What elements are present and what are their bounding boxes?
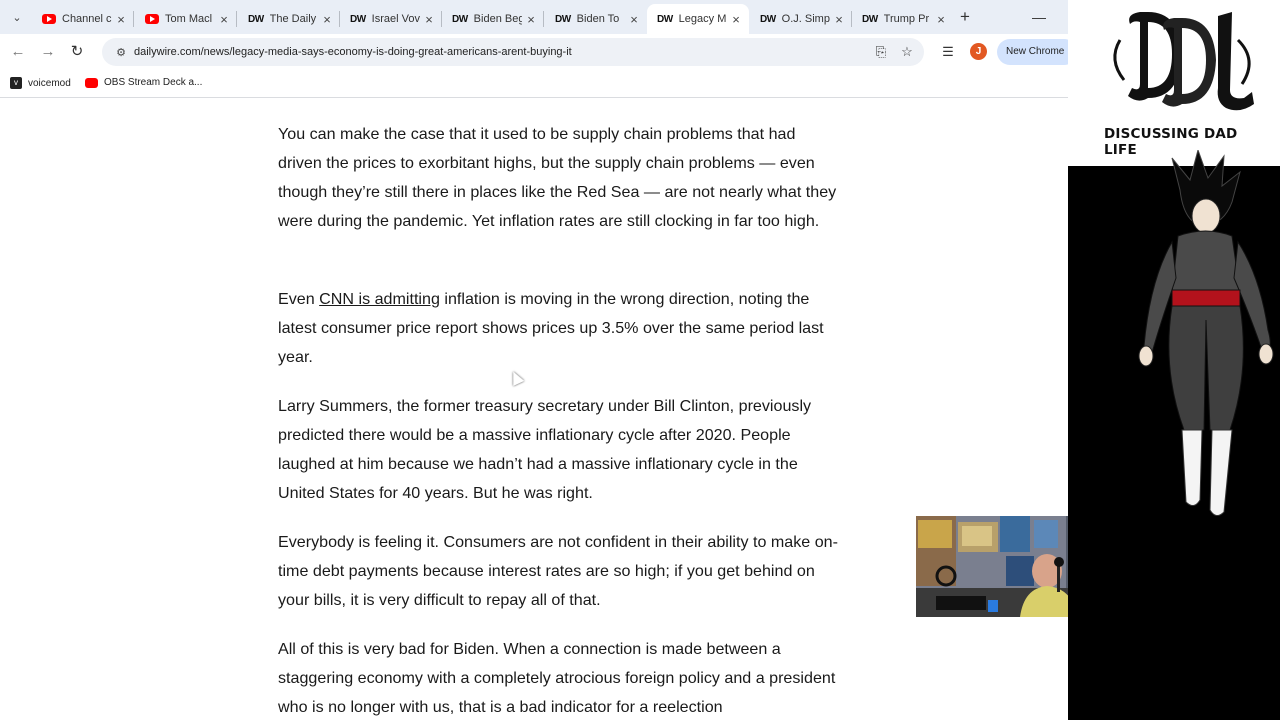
tab-label: O.J. Simp xyxy=(781,13,830,25)
bookmarks-bar: v voicemod OBS Stream Deck a... xyxy=(0,70,1068,98)
tab-label: Biden To xyxy=(576,13,620,25)
article-paragraph: Everybody is feeling it. Consumers are n… xyxy=(278,533,838,609)
back-button[interactable]: ← xyxy=(8,42,28,62)
tab-close-icon[interactable]: × xyxy=(830,12,848,27)
article-paragraph: Even CNN is admitting inflation is movin… xyxy=(278,285,843,372)
dailywire-icon: DW xyxy=(248,13,264,25)
bookmark-label: voicemod xyxy=(28,77,71,89)
browser-tab[interactable]: DW O.J. Simp × xyxy=(750,4,852,34)
tab-close-icon[interactable]: × xyxy=(625,12,643,27)
browser-tab[interactable]: DW Biden Beg × xyxy=(442,4,544,34)
bookmark-voicemod[interactable]: v voicemod xyxy=(10,77,71,89)
voicemod-icon: v xyxy=(10,77,22,89)
tab-close-icon[interactable]: × xyxy=(420,12,438,27)
site-info-icon[interactable]: ⚙ xyxy=(108,46,134,59)
youtube-icon xyxy=(42,14,56,24)
browser-tab[interactable]: Channel c × xyxy=(32,4,134,34)
tab-separator xyxy=(133,11,134,27)
dailywire-icon: DW xyxy=(350,13,366,25)
anime-character-image xyxy=(1138,150,1274,516)
forward-button[interactable]: → xyxy=(38,42,58,62)
dailywire-icon: DW xyxy=(760,13,776,25)
article-content: You can make the case that it used to be… xyxy=(0,99,1068,720)
stream-overlay-panel: DISCUSSING DAD LIFE xyxy=(1068,0,1280,720)
browser-window: ⌄ Channel c × Tom Macl × DW The Daily × DW Israe… xyxy=(0,0,1068,720)
bookmark-star-icon[interactable]: ☆ xyxy=(898,43,916,61)
browser-toolbar: ← → ↻ ⚙ dailywire.com/news/legacy-media-… xyxy=(0,34,1068,70)
article-paragraph: All of this is very bad for Biden. When … xyxy=(278,640,836,716)
browser-tab[interactable]: Tom Macl × xyxy=(135,4,237,34)
tab-strip: ⌄ Channel c × Tom Macl × DW The Daily × DW Israe… xyxy=(0,0,1068,34)
tab-close-icon[interactable]: × xyxy=(932,12,950,27)
tab-separator xyxy=(236,11,237,27)
paragraph-text: Even xyxy=(278,290,320,308)
tab-separator xyxy=(543,11,544,27)
tab-label: Channel c xyxy=(62,13,112,25)
tab-label: Israel Vov xyxy=(371,13,420,25)
install-app-icon[interactable]: ⎘ xyxy=(872,43,890,61)
browser-tab[interactable]: DW Israel Vov × xyxy=(340,4,442,34)
youtube-icon xyxy=(145,14,159,24)
webcam-overlay xyxy=(916,516,1068,617)
new-chrome-button[interactable]: New Chrome xyxy=(997,39,1068,65)
new-tab-button[interactable]: + xyxy=(955,7,975,27)
article-paragraph: You can make the case that it used to be… xyxy=(278,125,837,230)
tab-close-icon[interactable]: × xyxy=(215,12,233,27)
minimize-button[interactable]: — xyxy=(1030,8,1048,26)
profile-avatar[interactable]: J xyxy=(970,43,987,60)
tab-close-icon[interactable]: × xyxy=(522,12,540,27)
address-bar[interactable]: ⚙ dailywire.com/news/legacy-media-says-e… xyxy=(102,38,924,66)
tab-search-chevron-icon[interactable]: ⌄ xyxy=(6,7,28,27)
tab-label: Biden Beg xyxy=(473,13,522,25)
reload-button[interactable]: ↻ xyxy=(67,42,87,62)
tab-label: Trump Pr xyxy=(883,13,930,25)
tab-label: Tom Macl xyxy=(165,13,213,25)
cnn-admitting-link[interactable]: CNN is admitting xyxy=(319,290,440,308)
dailywire-icon: DW xyxy=(862,13,878,25)
dailywire-icon: DW xyxy=(452,13,468,25)
browser-tab[interactable]: DW Biden To × xyxy=(545,4,647,34)
article-paragraph: Larry Summers, the former treasury secre… xyxy=(278,397,812,502)
browser-tab[interactable]: DW The Daily × xyxy=(238,4,340,34)
media-control-icon[interactable]: ☰ xyxy=(938,42,958,62)
tab-label: The Daily xyxy=(269,13,317,25)
tab-close-icon[interactable]: × xyxy=(727,12,745,27)
tab-close-icon[interactable]: × xyxy=(318,12,336,27)
channel-logo: DISCUSSING DAD LIFE xyxy=(1068,0,1280,166)
ddl-monogram-logo xyxy=(1113,12,1254,111)
tab-label: Legacy M xyxy=(678,13,727,25)
tab-close-icon[interactable]: × xyxy=(112,12,130,27)
youtube-icon xyxy=(85,77,98,88)
browser-tab[interactable]: DW Legacy M × xyxy=(647,4,749,34)
webcam-scene xyxy=(916,516,1068,617)
url-text[interactable]: dailywire.com/news/legacy-media-says-eco… xyxy=(134,46,572,58)
browser-tab[interactable]: DW Trump Pr × xyxy=(852,4,954,34)
dailywire-icon: DW xyxy=(657,13,673,25)
bookmark-label: OBS Stream Deck a... xyxy=(104,77,203,88)
dailywire-icon: DW xyxy=(555,13,571,25)
bookmark-obs-stream-deck[interactable]: OBS Stream Deck a... xyxy=(85,77,202,88)
